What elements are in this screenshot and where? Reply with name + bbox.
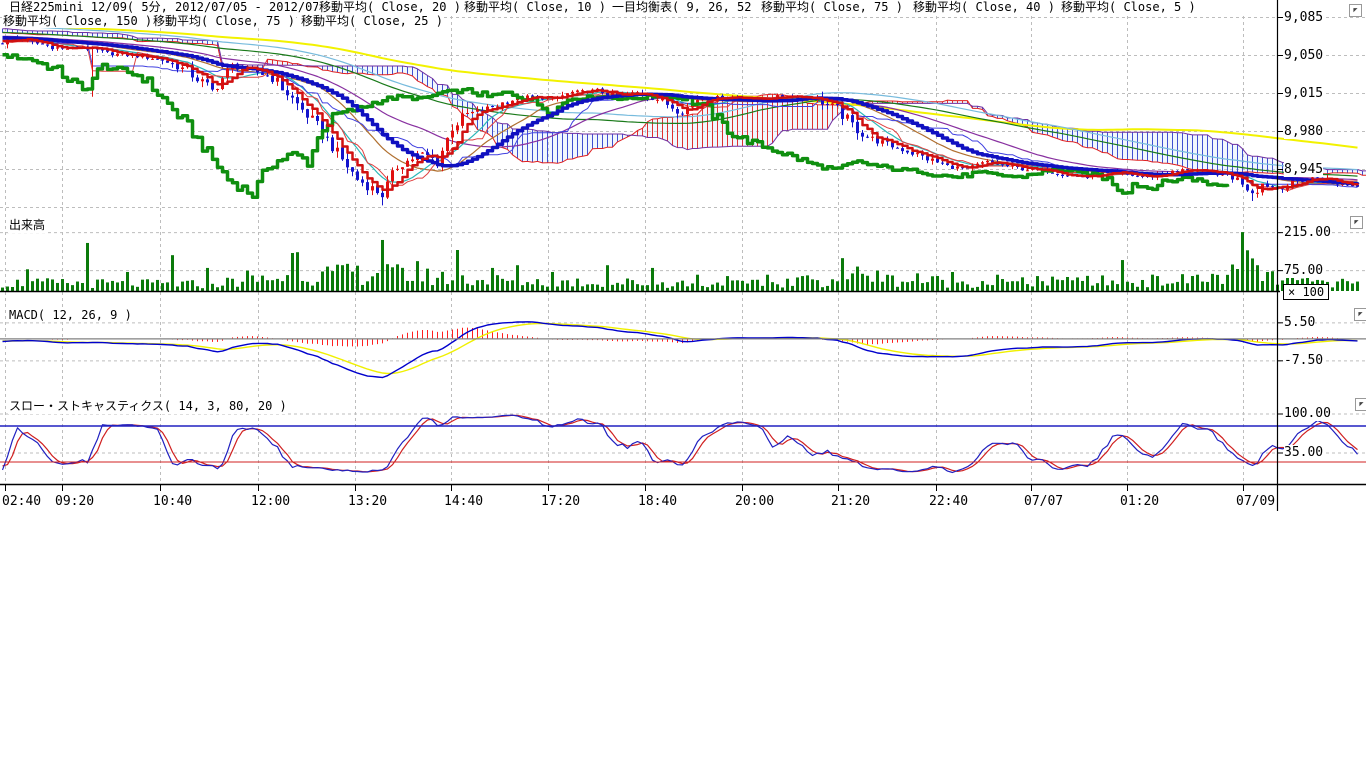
y-axis-label: 5.50 (1284, 315, 1315, 330)
x-axis-label: 07/07 (1024, 494, 1063, 509)
x-axis-label: 02:40 (2, 494, 41, 509)
y-axis-label: 35.00 (1284, 445, 1323, 460)
volume-multiplier-badge: × 100 (1283, 284, 1329, 300)
legend-ma20: 移動平均( Close, 20 ) (318, 1, 462, 14)
stoch-panel-title: スロー・ストキャスティクス( 14, 3, 80, 20 ) (8, 397, 288, 414)
y-axis-label: 215.00 (1284, 225, 1331, 240)
x-axis-label: 09:20 (55, 494, 94, 509)
x-axis-label: 18:40 (638, 494, 677, 509)
y-axis-label: 9,050 (1284, 48, 1323, 63)
legend-ma75: 移動平均( Close, 75 ) (760, 1, 904, 14)
legend-ma75-2: 移動平均( Close, 75 ) (152, 15, 296, 28)
x-axis-label: 21:20 (831, 494, 870, 509)
x-axis-label: 01:20 (1120, 494, 1159, 509)
y-axis-label: 100.00 (1284, 406, 1331, 421)
x-axis-label: 10:40 (153, 494, 192, 509)
y-axis-label: -7.50 (1284, 353, 1323, 368)
legend-ma150: 移動平均( Close, 150 ) (2, 15, 153, 28)
x-axis-label: 14:40 (444, 494, 483, 509)
pane-resize-icon[interactable]: ◤ (1350, 216, 1363, 229)
legend-ma25: 移動平均( Close, 25 ) (300, 15, 444, 28)
price-panel[interactable] (1, 25, 1366, 206)
macd-panel-title: MACD( 12, 26, 9 ) (8, 308, 133, 322)
volume-panel-title: 出来高 (8, 216, 46, 233)
stoch-panel[interactable] (3, 415, 1358, 472)
y-axis-label: 9,015 (1284, 86, 1323, 101)
pane-resize-icon[interactable]: ◤ (1354, 308, 1366, 321)
pane-resize-icon[interactable]: ◤ (1349, 4, 1362, 17)
y-axis-label: 75.00 (1284, 263, 1323, 278)
pane-resize-icon[interactable]: ◤ (1355, 398, 1366, 411)
chart-canvas[interactable] (0, 0, 1366, 520)
x-axis-label: 20:00 (735, 494, 774, 509)
y-axis-label: 8,980 (1284, 124, 1323, 139)
volume-panel[interactable] (1, 232, 1359, 291)
x-axis-label: 22:40 (929, 494, 968, 509)
x-axis-label: 12:00 (251, 494, 290, 509)
legend-ma5: 移動平均( Close, 5 ) (1060, 1, 1197, 14)
x-axis-label: 13:20 (348, 494, 387, 509)
x-axis-label: 17:20 (541, 494, 580, 509)
legend-ma40: 移動平均( Close, 40 ) (912, 1, 1056, 14)
x-axis-label: 07/09 (1236, 494, 1275, 509)
legend-ma10: 移動平均( Close, 10 ) (463, 1, 607, 14)
instrument-title: 日経225mini 12/09( 5分, 2012/07/05 - 2012/0… (8, 1, 357, 14)
macd-panel[interactable] (3, 322, 1358, 378)
y-axis-label: 9,085 (1284, 10, 1323, 25)
legend-ichimoku: 一目均衡表( 9, 26, 52 ) (611, 1, 767, 14)
y-axis-label: 8,945 (1284, 162, 1323, 177)
axes (0, 0, 1366, 511)
chart-app: 日経225mini 12/09( 5分, 2012/07/05 - 2012/0… (0, 0, 1366, 768)
